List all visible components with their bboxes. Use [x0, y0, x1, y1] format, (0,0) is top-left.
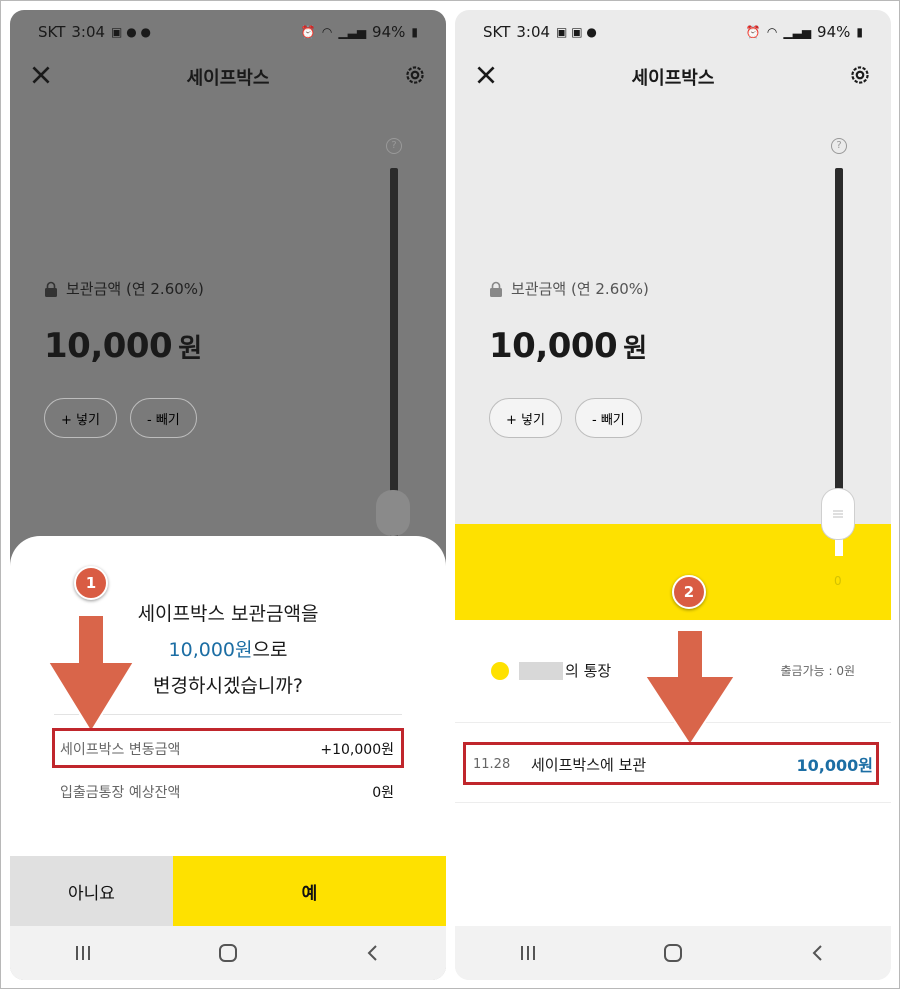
highlight-box-change-amount: [52, 728, 404, 768]
step-badge-1: 1: [74, 566, 108, 600]
highlight-box-transaction: [463, 742, 879, 785]
step-badge-2: 2: [672, 575, 706, 609]
arrow-down-icon: [643, 629, 737, 747]
arrow-down-icon: [46, 614, 136, 734]
annotation-arrows: [46, 614, 737, 747]
